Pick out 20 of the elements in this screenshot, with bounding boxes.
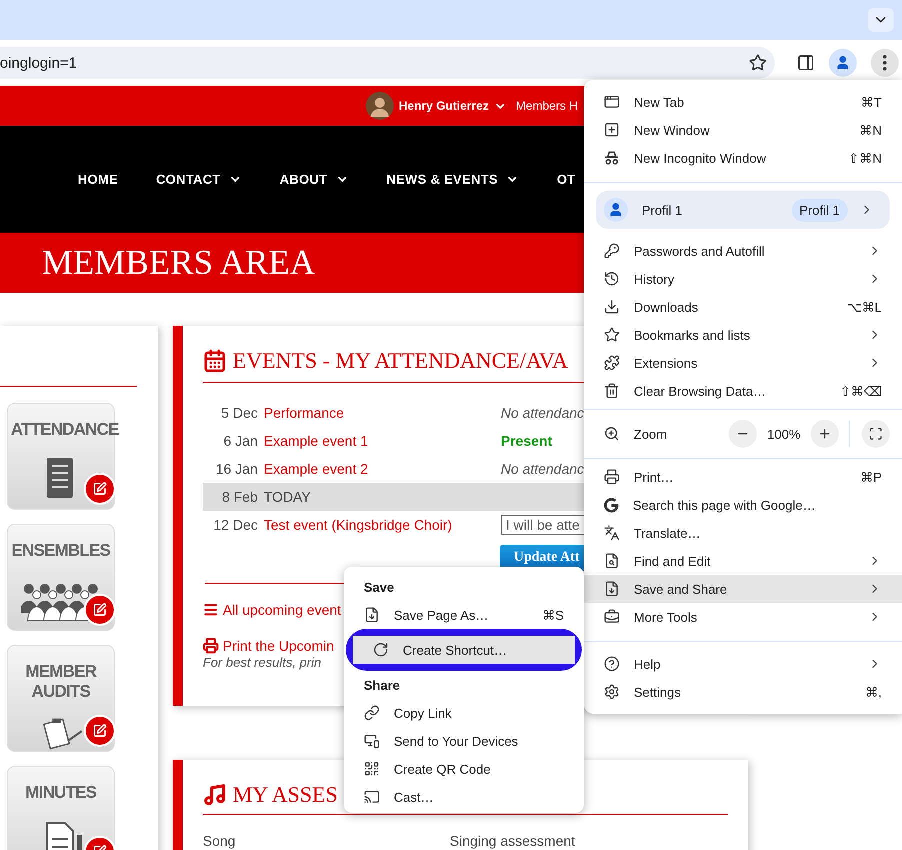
event-date: 16 Jan bbox=[214, 461, 258, 477]
attendance-status: No attendanc bbox=[501, 405, 584, 421]
zoom-value: 100% bbox=[766, 426, 802, 442]
zoom-label: Zoom bbox=[634, 426, 668, 442]
card-title: EVENTS - MY ATTENDANCE/AVA bbox=[233, 348, 568, 374]
menu-heading: Save bbox=[363, 578, 396, 596]
profile-badge: Profil 1 bbox=[792, 198, 848, 222]
event-date: 12 Dec bbox=[212, 517, 258, 533]
column-header: Singing assessment bbox=[450, 833, 576, 849]
event-name: TODAY bbox=[264, 489, 312, 505]
attendance-status: Present bbox=[501, 433, 552, 449]
attendance-status: No attendanc bbox=[501, 461, 584, 477]
card-title: MY ASSES bbox=[233, 782, 338, 808]
column-header: Song bbox=[203, 833, 237, 849]
event-date: 8 Feb bbox=[221, 489, 258, 505]
print-note: For best results, prin bbox=[203, 655, 322, 670]
page-title: MEMBERS AREA bbox=[42, 243, 316, 283]
menu-heading: Share bbox=[363, 676, 402, 694]
event-date: 6 Jan bbox=[222, 433, 258, 449]
event-date: 5 Dec bbox=[220, 405, 258, 421]
